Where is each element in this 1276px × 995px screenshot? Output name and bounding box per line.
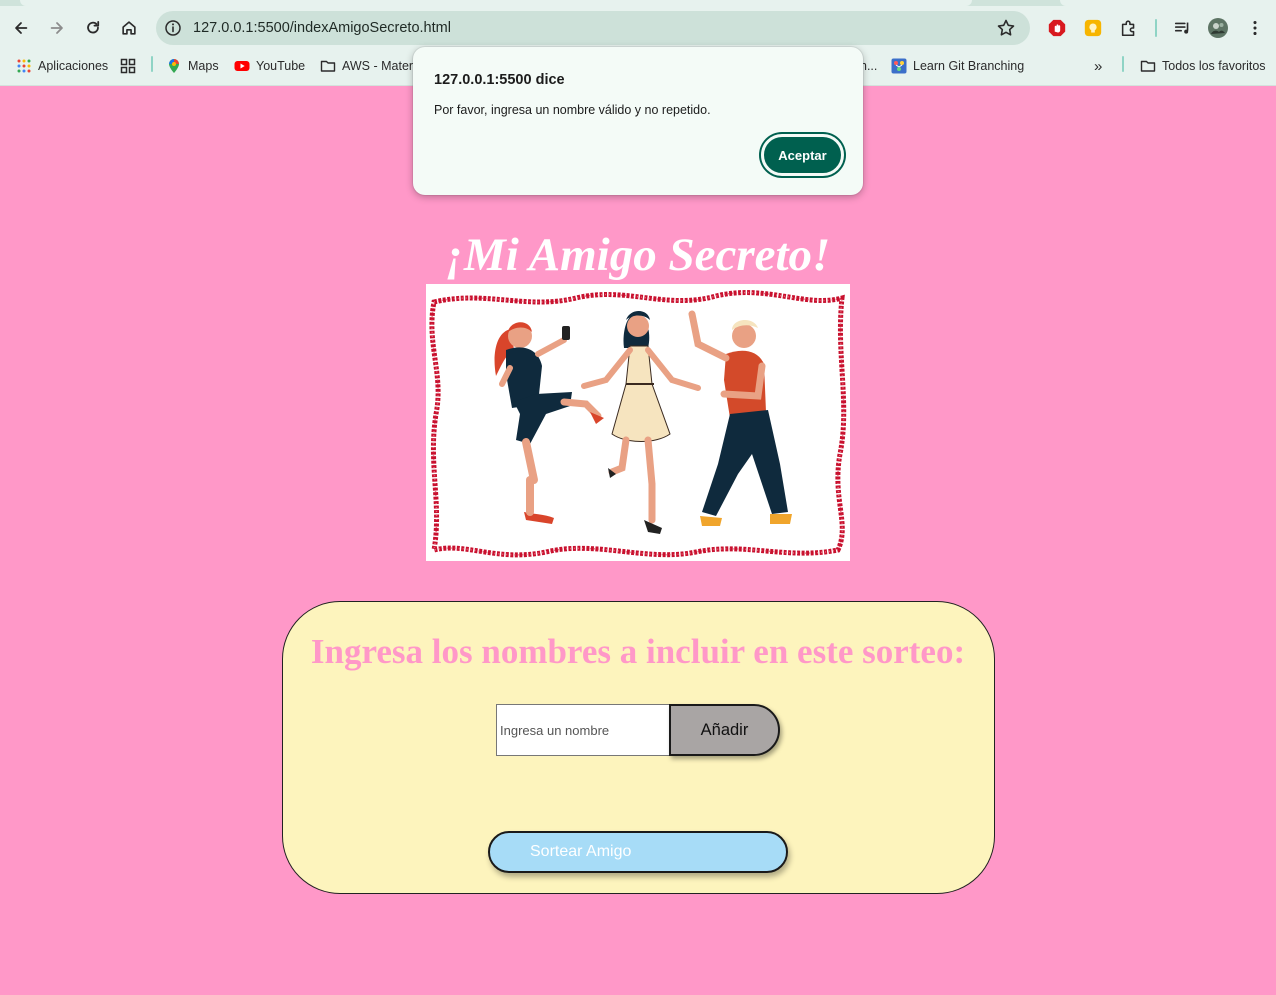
kebab-menu-icon[interactable] xyxy=(1244,17,1266,39)
bookmarks-overflow-chevron-icon[interactable]: » xyxy=(1094,56,1102,76)
bookmark-divider xyxy=(1122,56,1124,72)
bookmark-label: Maps xyxy=(188,59,219,73)
draw-friend-button[interactable]: Sortear Amigo xyxy=(488,831,788,873)
bookmark-maps[interactable]: Maps xyxy=(166,56,219,76)
reload-icon[interactable] xyxy=(79,14,107,42)
bookmark-label: Aplicaciones xyxy=(38,59,109,73)
accept-button[interactable]: Aceptar xyxy=(761,134,844,176)
folder-icon xyxy=(1140,58,1156,74)
tab-strip xyxy=(0,0,1276,6)
tab-groups-icon[interactable] xyxy=(120,56,136,76)
three-friends-dancing-illustration xyxy=(426,284,850,561)
bookmark-learn-git-branching[interactable]: Learn Git Branching xyxy=(891,56,1024,76)
forward-arrow-icon[interactable] xyxy=(43,14,71,42)
bookmark-divider xyxy=(151,56,153,72)
site-info-icon[interactable] xyxy=(164,19,182,37)
panel-heading: Ingresa los nombres a incluir en este so… xyxy=(310,632,966,671)
all-bookmarks-folder[interactable]: Todos los favoritos xyxy=(1140,56,1266,76)
bookmark-aplicaciones[interactable]: Aplicaciones xyxy=(16,56,108,76)
address-bar[interactable]: 127.0.0.1:5500/indexAmigoSecreto.html xyxy=(156,11,1030,45)
folder-icon xyxy=(320,58,336,74)
yellow-extension-icon[interactable] xyxy=(1082,17,1104,39)
dialog-message: Por favor, ingresa un nombre válido y no… xyxy=(434,103,711,117)
bookmark-label: Todos los favoritos xyxy=(1162,59,1266,73)
apps-grid-icon xyxy=(16,58,32,74)
active-tab[interactable] xyxy=(20,0,972,6)
url-text: 127.0.0.1:5500/indexAmigoSecreto.html xyxy=(193,20,451,36)
alert-dialog: 127.0.0.1:5500 dice Por favor, ingresa u… xyxy=(413,47,863,195)
bookmark-youtube[interactable]: YouTube xyxy=(234,56,305,76)
profile-avatar-icon[interactable] xyxy=(1207,17,1229,39)
bookmark-aws-folder[interactable]: AWS - Mater xyxy=(320,56,413,76)
back-arrow-icon[interactable] xyxy=(7,14,35,42)
page-title: ¡Mi Amigo Secreto! xyxy=(445,229,831,281)
bookmark-label: AWS - Mater xyxy=(342,59,414,73)
extensions-puzzle-icon[interactable] xyxy=(1118,17,1140,39)
bookmark-label: YouTube xyxy=(256,59,306,73)
youtube-icon xyxy=(234,58,250,74)
git-branching-icon xyxy=(891,58,907,74)
maps-pin-icon xyxy=(166,58,182,74)
bookmark-label: Learn Git Branching xyxy=(913,59,1025,73)
toolbar-divider xyxy=(1155,19,1157,37)
add-name-button[interactable]: Añadir xyxy=(669,704,780,756)
dialog-title: 127.0.0.1:5500 dice xyxy=(434,72,565,88)
home-icon[interactable] xyxy=(115,14,143,42)
inactive-tab[interactable] xyxy=(1060,0,1276,6)
bookmark-star-icon[interactable] xyxy=(996,18,1016,38)
adblock-extension-icon[interactable] xyxy=(1046,17,1068,39)
name-input[interactable] xyxy=(496,704,672,756)
media-controls-icon[interactable] xyxy=(1172,17,1194,39)
